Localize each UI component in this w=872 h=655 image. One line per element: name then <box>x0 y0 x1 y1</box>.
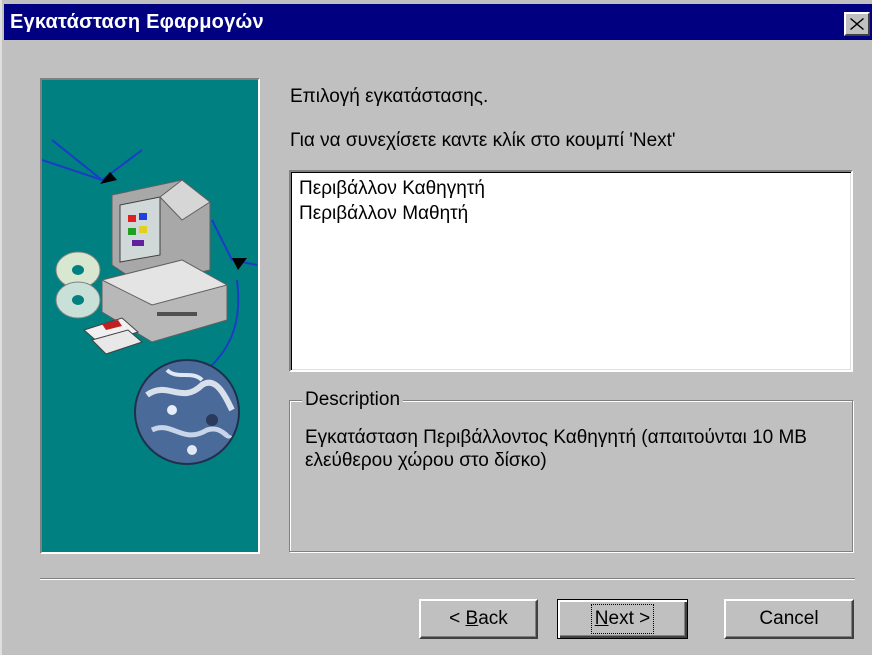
list-item-student[interactable]: Περιβάλλον Μαθητή <box>299 203 468 225</box>
close-icon <box>850 18 864 30</box>
instruction-text: Για να συνεχίσετε καντε κλίκ στο κουμπί … <box>290 130 676 151</box>
installation-options-list[interactable]: Περιβάλλον Καθηγητή Περιβάλλον Μαθητή <box>289 170 853 372</box>
title-bar: Εγκατάσταση Εφαρμογών <box>4 4 872 40</box>
step-heading: Επιλογή εγκατάστασης. <box>290 86 489 107</box>
close-button[interactable] <box>844 12 870 36</box>
description-text: Εγκατάσταση Περιβάλλοντος Καθηγητή (απαι… <box>305 427 807 471</box>
next-button-label: Next > <box>590 604 655 634</box>
globe-icon <box>134 359 240 465</box>
description-legend: Description <box>302 389 404 411</box>
next-button[interactable]: Next > <box>557 599 688 639</box>
cd-icon <box>55 251 101 319</box>
list-item-teacher[interactable]: Περιβάλλον Καθηγητή <box>299 178 485 200</box>
computer-illustration-icon <box>42 139 258 465</box>
back-button-label: < Back <box>449 608 508 629</box>
separator-line <box>40 578 855 580</box>
description-group <box>289 400 853 552</box>
setup-dialog: Εγκατάσταση Εφαρμογών Επιλογή εγκατάστασ… <box>0 0 872 655</box>
window-title: Εγκατάσταση Εφαρμογών <box>10 11 264 33</box>
back-button[interactable]: < Back <box>419 599 538 639</box>
setup-illustration-panel <box>40 78 260 554</box>
cancel-button[interactable]: Cancel <box>724 599 854 639</box>
